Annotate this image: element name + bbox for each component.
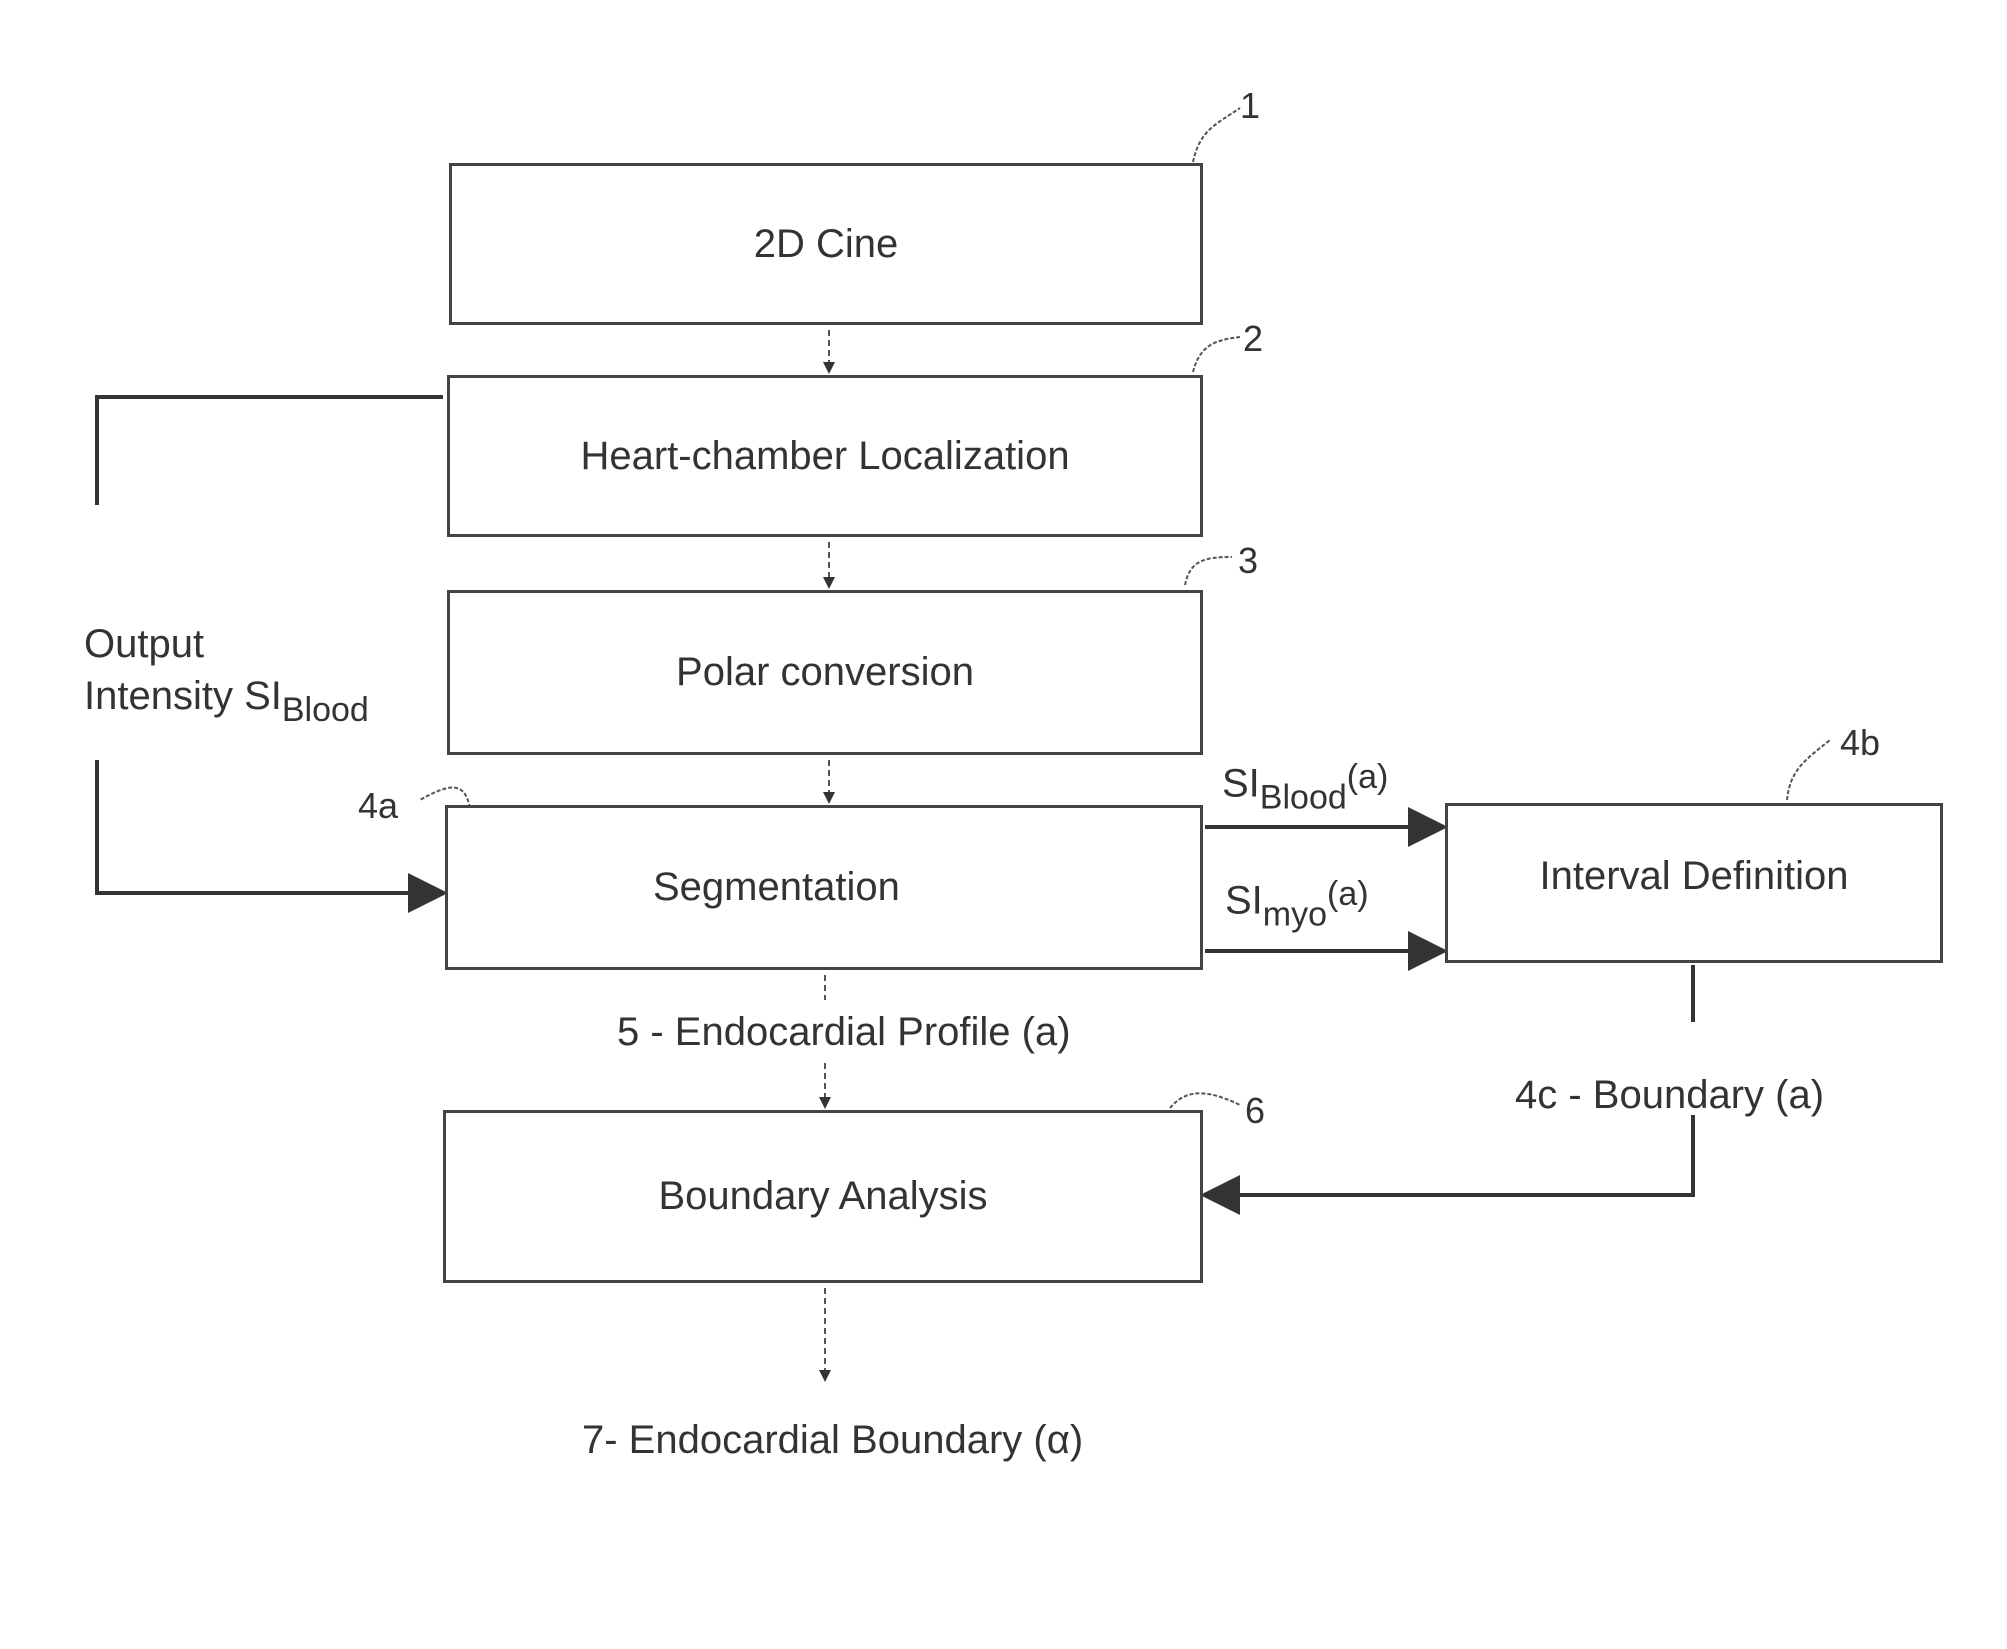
box-analysis-label: Boundary Analysis xyxy=(658,1174,988,1218)
box-heart-chamber-localization: Heart-chamber Localization xyxy=(447,375,1203,537)
output-sub: Blood xyxy=(281,690,369,729)
box-polar-conversion: Polar conversion xyxy=(447,590,1203,755)
si-myo-main: SI xyxy=(1225,878,1263,923)
leader-3 xyxy=(1184,556,1233,586)
box-2d-cine: 2D Cine xyxy=(449,163,1203,325)
si-blood-label: SIBlood(a) xyxy=(1222,758,1388,817)
box-localization-label: Heart-chamber Localization xyxy=(580,433,1070,478)
ref-4a: 4a xyxy=(358,785,399,826)
box-boundary-analysis: Boundary Analysis xyxy=(443,1110,1203,1283)
box-polar-label: Polar conversion xyxy=(676,650,974,694)
si-blood-sub: Blood xyxy=(1259,778,1347,817)
box-interval-label: Interval Definition xyxy=(1539,854,1849,898)
ref-3: 3 xyxy=(1238,540,1259,581)
ref-4b: 4b xyxy=(1840,722,1881,763)
si-myo-sub: myo xyxy=(1262,895,1328,934)
si-myo-arg: (a) xyxy=(1327,875,1369,913)
ref-1: 1 xyxy=(1240,85,1261,126)
ref-6: 6 xyxy=(1245,1090,1266,1131)
line-localization-output xyxy=(95,395,443,505)
box-interval-definition: Interval Definition xyxy=(1445,803,1943,963)
si-myo-label: SImyo(a) xyxy=(1225,875,1369,934)
endocardial-profile-label: 5 - Endocardial Profile (a) xyxy=(617,1010,1071,1054)
leader-6 xyxy=(1169,1092,1241,1109)
endocardial-boundary-label: 7- Endocardial Boundary (α) xyxy=(582,1418,1084,1462)
ref-2: 2 xyxy=(1243,318,1264,359)
leader-2 xyxy=(1192,336,1241,373)
output-line1: Output xyxy=(84,622,205,666)
box-2d-cine-label: 2D Cine xyxy=(753,221,899,266)
leader-4b xyxy=(1786,739,1831,801)
leader-1 xyxy=(1192,107,1241,163)
output-intensity-label: Output Intensity SIBlood xyxy=(84,618,369,736)
box-segmentation-label: Segmentation xyxy=(653,865,900,909)
boundary-4c-label: 4c - Boundary (a) xyxy=(1515,1073,1825,1117)
box-segmentation: Segmentation xyxy=(445,805,1203,970)
si-blood-arg: (a) xyxy=(1346,758,1389,796)
output-line2: Intensity SI xyxy=(84,674,282,718)
si-blood-main: SI xyxy=(1222,761,1260,806)
arrow-boundary-to-analysis xyxy=(1200,1115,1695,1215)
